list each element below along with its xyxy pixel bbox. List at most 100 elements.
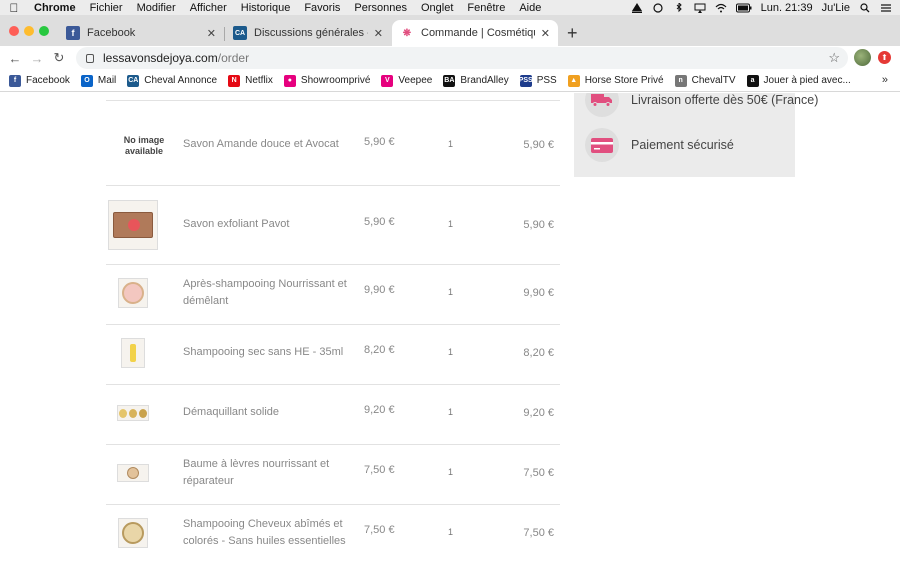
- bookmark-item[interactable]: N Netflix: [228, 74, 273, 87]
- macos-menubar:  Chrome Fichier Modifier Afficher Histo…: [0, 0, 900, 15]
- unit-price: 9,20 €: [364, 404, 395, 416]
- truck-icon: [585, 93, 619, 117]
- bookmark-label: Netflix: [245, 75, 273, 86]
- product-name[interactable]: Savon Amande douce et Avocat: [183, 136, 353, 153]
- bookmark-item[interactable]: V Veepee: [381, 74, 432, 87]
- bookmark-item[interactable]: CA Cheval Annonce: [127, 74, 218, 87]
- bookmark-label: Horse Store Privé: [584, 75, 664, 86]
- profile-avatar[interactable]: [854, 49, 871, 66]
- tab-strip: f Facebook ✕ CA Discussions générales - …: [0, 15, 900, 46]
- veepee-icon: V: [381, 74, 394, 87]
- quantity: 1: [448, 287, 454, 297]
- bookmark-label: Facebook: [26, 75, 70, 86]
- product-thumbnail[interactable]: [118, 518, 148, 548]
- wifi-icon[interactable]: [715, 3, 727, 13]
- menu-personnes[interactable]: Personnes: [348, 2, 415, 14]
- line-total: 9,20 €: [523, 407, 554, 419]
- close-tab-icon[interactable]: ✕: [535, 27, 550, 40]
- url-domain: lessavonsdejoya.com: [103, 51, 218, 65]
- bookmark-label: Cheval Annonce: [144, 75, 218, 86]
- bookmark-item[interactable]: ● Showroomprivé: [283, 74, 371, 87]
- update-extension-icon[interactable]: ⬆: [878, 51, 891, 64]
- user-name[interactable]: Ju'Lie: [822, 2, 850, 14]
- unit-price: 8,20 €: [364, 344, 395, 356]
- airplay-icon[interactable]: [694, 3, 706, 13]
- product-name[interactable]: Shampooing Cheveux abîmés et colorés - S…: [183, 516, 353, 550]
- tab-facebook[interactable]: f Facebook ✕: [58, 20, 224, 46]
- forward-arrow-icon[interactable]: →: [26, 51, 48, 66]
- close-tab-icon[interactable]: ✕: [201, 27, 216, 40]
- menu-favoris[interactable]: Favoris: [298, 2, 348, 14]
- product-name[interactable]: Baume à lèvres nourrissant et réparateur: [183, 456, 353, 490]
- menu-onglet[interactable]: Onglet: [415, 2, 461, 14]
- new-tab-button[interactable]: +: [567, 23, 578, 44]
- bookmark-label: ChevalTV: [691, 75, 736, 86]
- bookmark-item[interactable]: PSS PSS: [519, 74, 557, 87]
- quantity: 1: [448, 139, 454, 149]
- product-name[interactable]: Shampooing sec sans HE - 35ml: [183, 344, 353, 361]
- product-thumbnail[interactable]: [118, 278, 148, 308]
- cheval-annonce-icon: CA: [127, 74, 140, 87]
- bookmark-label: Mail: [97, 75, 117, 86]
- bookmark-label: PSS: [536, 75, 557, 86]
- upload-status-icon[interactable]: [631, 2, 643, 13]
- bluetooth-icon[interactable]: [673, 2, 685, 13]
- bookmarks-bar: f Facebook O Mail CA Cheval Annonce N Netflix ● S…: [0, 70, 900, 92]
- menu-app-name[interactable]: Chrome: [28, 2, 84, 14]
- bookmark-star-icon[interactable]: ☆: [828, 50, 840, 66]
- tab-forum[interactable]: CA Discussions générales - Forum ✕: [225, 20, 391, 46]
- line-total: 7,50 €: [523, 467, 554, 479]
- product-name[interactable]: Après-shampooing Nourrissant et démêlant: [183, 276, 353, 310]
- clock[interactable]: Lun. 21:39: [761, 2, 813, 14]
- menu-aide[interactable]: Aide: [513, 2, 549, 14]
- bookmark-item[interactable]: ▲ Horse Store Privé: [567, 74, 664, 87]
- menu-fichier[interactable]: Fichier: [84, 2, 131, 14]
- menu-modifier[interactable]: Modifier: [131, 2, 184, 14]
- bookmark-item[interactable]: f Facebook: [9, 74, 70, 87]
- tab-commande[interactable]: ❋ Commande | Cosmétiques solides ✕: [392, 20, 558, 46]
- url-path: /order: [217, 51, 250, 65]
- reload-icon[interactable]: ↻: [48, 50, 70, 66]
- unit-price: 7,50 €: [364, 464, 395, 476]
- bookmark-item[interactable]: n ChevalTV: [674, 74, 736, 87]
- order-row: Shampooing sec sans HE - 35ml 8,20 € 1 8,20…: [106, 325, 560, 385]
- product-thumbnail[interactable]: [117, 464, 149, 482]
- maximize-window-button[interactable]: [39, 26, 49, 36]
- lock-icon[interactable]: [86, 53, 94, 63]
- bookmark-item[interactable]: BA BrandAlley: [443, 74, 509, 87]
- product-name[interactable]: Démaquillant solide: [183, 404, 353, 421]
- close-tab-icon[interactable]: ✕: [368, 27, 383, 40]
- circle-status-icon[interactable]: [652, 2, 664, 13]
- horse-store-icon: ▲: [567, 74, 580, 87]
- secure-payment-feature: Paiement sécurisé: [585, 128, 734, 162]
- tab-title: Facebook: [87, 27, 136, 39]
- more-bookmarks-icon[interactable]: »: [882, 74, 888, 86]
- order-row: Baume à lèvres nourrissant et réparateur…: [106, 445, 560, 505]
- menu-fenetre[interactable]: Fenêtre: [461, 2, 513, 14]
- apple-menu-icon[interactable]: : [0, 1, 28, 15]
- close-window-button[interactable]: [9, 26, 19, 36]
- brandalley-icon: BA: [443, 74, 456, 87]
- order-row: Savon exfoliant Pavot 5,90 € 1 5,90 €: [106, 186, 560, 265]
- control-center-icon[interactable]: [880, 3, 892, 13]
- menu-afficher[interactable]: Afficher: [184, 2, 235, 14]
- line-total: 7,50 €: [523, 527, 554, 539]
- product-thumbnail[interactable]: [121, 338, 145, 368]
- product-name[interactable]: Savon exfoliant Pavot: [183, 216, 353, 233]
- menu-historique[interactable]: Historique: [235, 2, 299, 14]
- facebook-icon: f: [66, 26, 80, 40]
- minimize-window-button[interactable]: [24, 26, 34, 36]
- bookmark-item[interactable]: a Jouer à pied avec...: [746, 74, 851, 87]
- spotlight-search-icon[interactable]: [859, 2, 871, 13]
- savons-joya-icon: ❋: [400, 26, 414, 40]
- bookmark-label: Showroomprivé: [300, 75, 371, 86]
- bookmark-item[interactable]: O Mail: [80, 74, 117, 87]
- address-bar[interactable]: lessavonsdejoya.com/order ☆: [76, 47, 848, 69]
- battery-icon[interactable]: [735, 3, 752, 13]
- benefits-panel: Livraison offerte dès 50€ (France) Paiem…: [574, 93, 818, 177]
- product-thumbnail[interactable]: [108, 200, 158, 250]
- order-row: Shampooing Cheveux abîmés et colorés - S…: [106, 505, 560, 563]
- back-arrow-icon[interactable]: ←: [4, 51, 26, 66]
- product-thumbnail[interactable]: [117, 405, 149, 421]
- no-image-placeholder[interactable]: No image available: [118, 135, 170, 157]
